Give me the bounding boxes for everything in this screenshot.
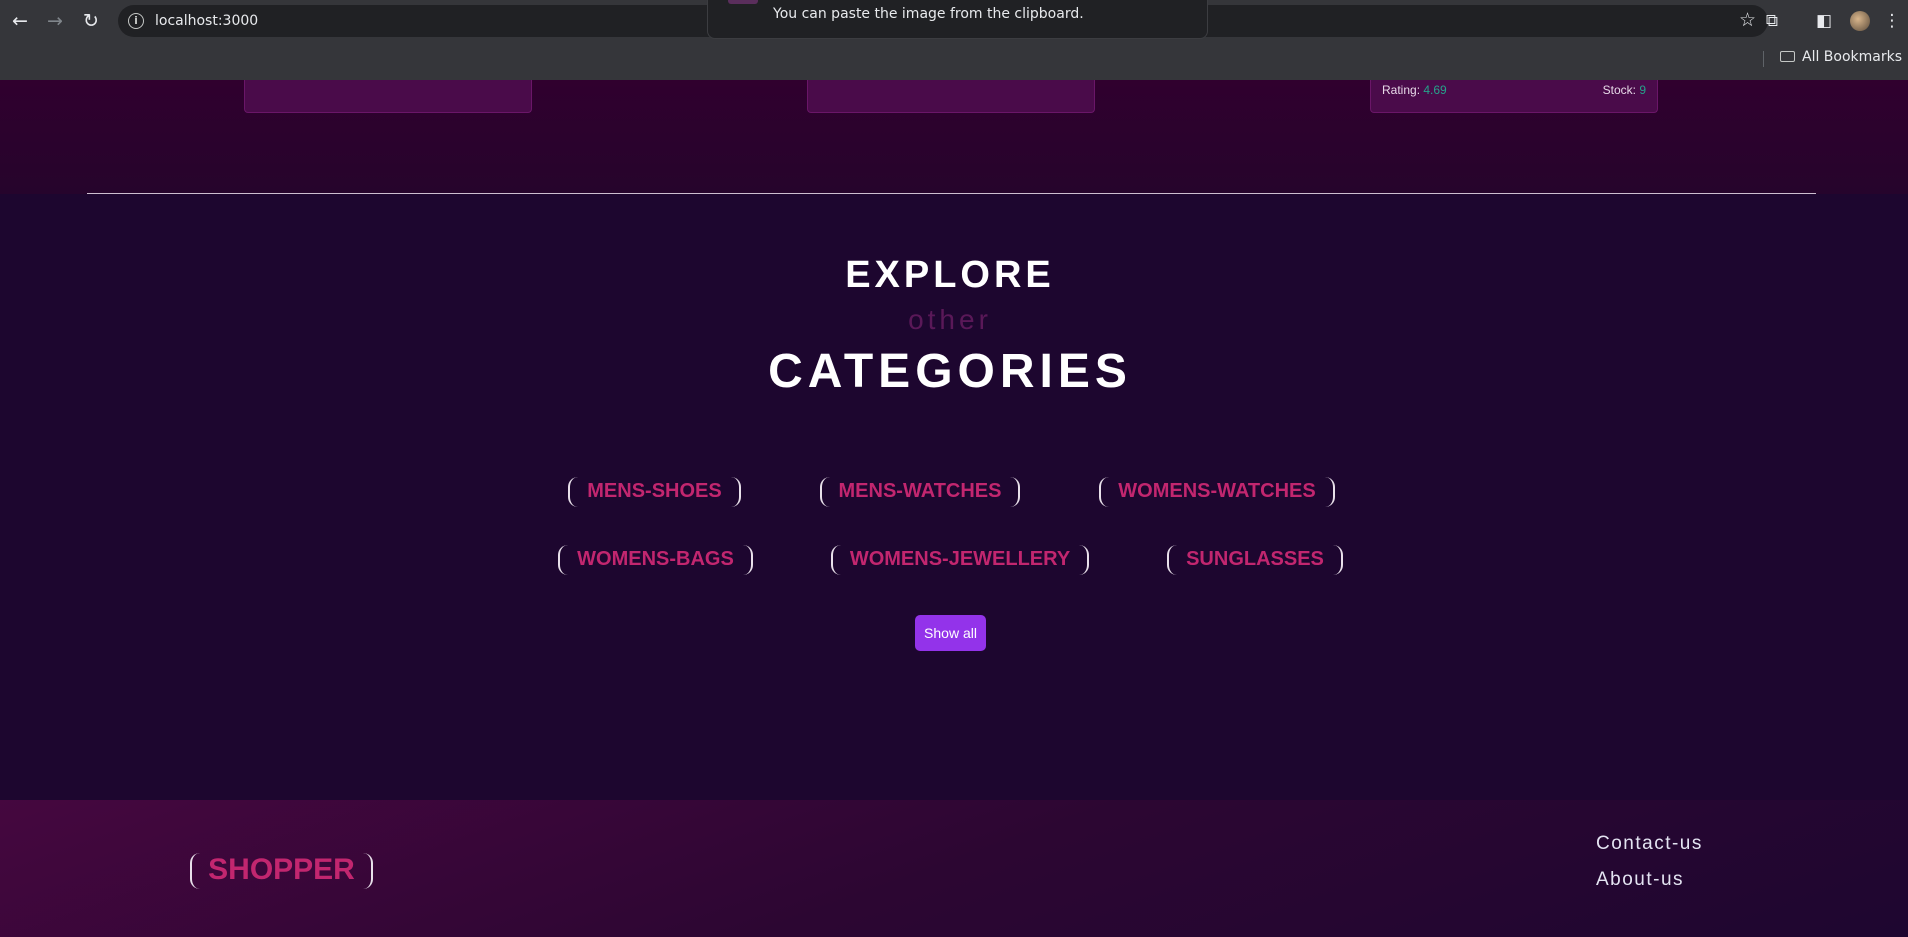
star-icon[interactable]: ☆ bbox=[1739, 9, 1756, 31]
show-all-button[interactable]: Show all bbox=[915, 615, 986, 651]
browser-chrome: ← → ↻ i localhost:3000 ☆ ⧉ ◧ ⋮ All Bookm… bbox=[0, 0, 1908, 80]
scrollbar[interactable] bbox=[1904, 80, 1908, 937]
product-card[interactable]: Rating: 4.69 Stock: 9 bbox=[1370, 80, 1658, 113]
toast-message: You can paste the image from the clipboa… bbox=[773, 6, 1084, 22]
folder-icon bbox=[1780, 51, 1795, 62]
heading-explore: EXPLORE bbox=[845, 254, 1055, 296]
avatar[interactable] bbox=[1850, 11, 1870, 31]
back-icon[interactable]: ← bbox=[7, 8, 33, 34]
category-womens-watches[interactable]: WOMENS-WATCHES bbox=[1099, 477, 1335, 507]
toast-tag bbox=[728, 0, 758, 4]
category-sunglasses[interactable]: SUNGLASSES bbox=[1167, 545, 1343, 575]
heading-categories: CATEGORIES bbox=[768, 345, 1132, 398]
product-card[interactable] bbox=[807, 80, 1095, 113]
bookmarks-separator bbox=[1763, 51, 1764, 67]
explore-section: EXPLORE other CATEGORIES MENS-SHOES MENS… bbox=[0, 194, 1908, 800]
rating-label: Rating: bbox=[1382, 83, 1421, 97]
contact-link[interactable]: Contact-us bbox=[1596, 833, 1703, 855]
info-icon[interactable]: i bbox=[128, 13, 144, 29]
footer: SHOPPER Contact-us About-us bbox=[0, 800, 1908, 937]
forward-icon[interactable]: → bbox=[42, 8, 68, 34]
about-link[interactable]: About-us bbox=[1596, 869, 1684, 891]
rating-value: 4.69 bbox=[1423, 83, 1447, 97]
category-mens-shoes[interactable]: MENS-SHOES bbox=[568, 477, 741, 507]
stock-stat: Stock: 9 bbox=[1603, 83, 1646, 97]
category-womens-bags[interactable]: WOMENS-BAGS bbox=[558, 545, 753, 575]
extensions-icon[interactable]: ⧉ bbox=[1760, 9, 1784, 33]
heading-other: other bbox=[908, 304, 992, 335]
product-card[interactable] bbox=[244, 80, 532, 113]
stock-label: Stock: bbox=[1602, 83, 1636, 97]
products-section: Rating: 4.69 Stock: 9 bbox=[0, 80, 1908, 194]
reload-icon[interactable]: ↻ bbox=[78, 8, 104, 34]
url-text[interactable]: localhost:3000 bbox=[155, 13, 258, 29]
stock-value: 9 bbox=[1639, 83, 1646, 97]
menu-icon[interactable]: ⋮ bbox=[1880, 9, 1904, 33]
all-bookmarks[interactable]: All Bookmarks bbox=[1780, 49, 1902, 65]
clipboard-toast: You can paste the image from the clipboa… bbox=[707, 0, 1208, 39]
brand-logo[interactable]: SHOPPER bbox=[190, 853, 373, 889]
bookmarks-label: All Bookmarks bbox=[1802, 49, 1903, 65]
category-womens-jewellery[interactable]: WOMENS-JEWELLERY bbox=[831, 545, 1089, 575]
page: Rating: 4.69 Stock: 9 EXPLORE other CATE… bbox=[0, 80, 1908, 937]
category-mens-watches[interactable]: MENS-WATCHES bbox=[820, 477, 1020, 507]
rating-stat: Rating: 4.69 bbox=[1382, 83, 1447, 97]
sidepanel-icon[interactable]: ◧ bbox=[1812, 9, 1836, 33]
